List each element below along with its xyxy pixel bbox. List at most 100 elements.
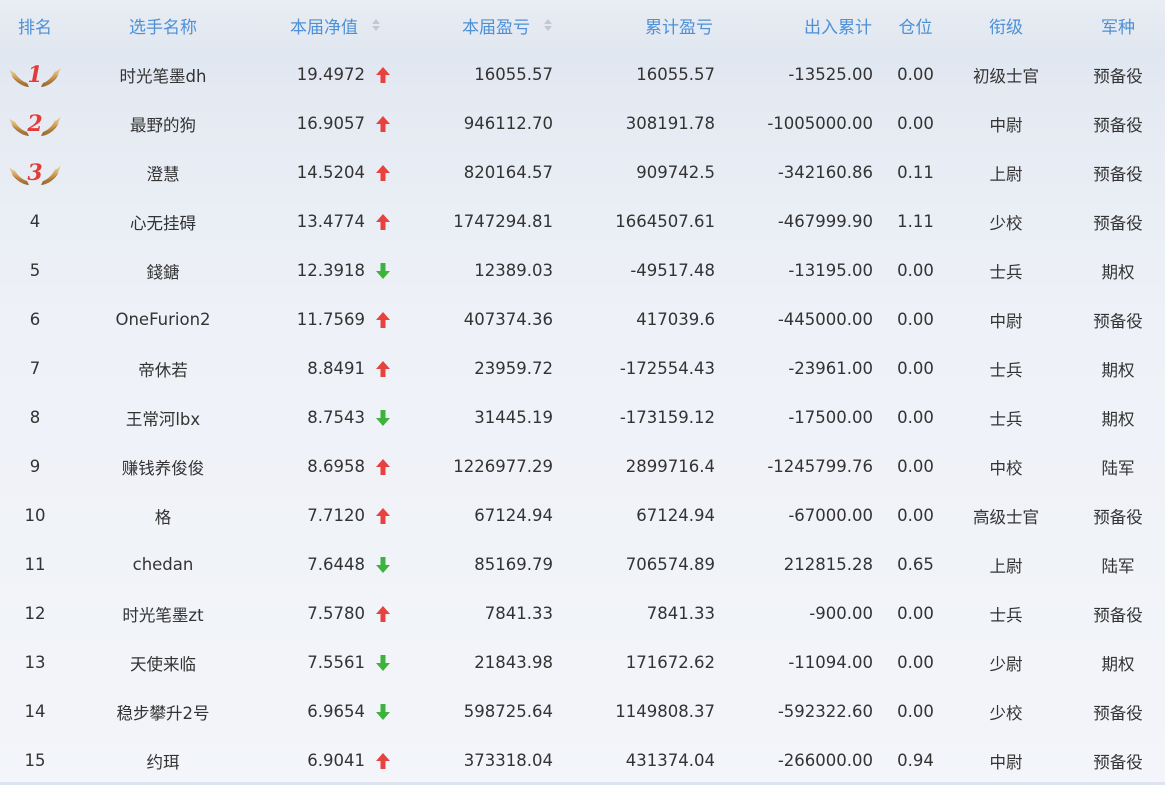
- table-row[interactable]: 9 赚钱养俊俊 8.6958 1226977.29 2899716.4 -1245799.…: [0, 442, 1165, 491]
- rank-cell: 6: [0, 295, 70, 344]
- table-row[interactable]: 8 王常河lbx 8.7543 31445.19 -173159.12 -17500.00…: [0, 393, 1165, 442]
- player-name[interactable]: 最野的狗: [130, 112, 196, 136]
- table-row[interactable]: 5 錢鎕 12.3918 12389.03 -49517.48 -13195.00 0.00…: [0, 246, 1165, 295]
- nav-cell: 11.7569: [210, 295, 394, 344]
- nav-value: 7.6448: [307, 555, 365, 574]
- header-io-total[interactable]: 出入累计: [720, 0, 872, 50]
- military-title: 少校: [989, 703, 1023, 723]
- player-name[interactable]: 时光笔墨zt: [122, 602, 203, 626]
- leaderboard-table: 排名 选手名称 本届净值 本届盈亏 累计盈亏 出入累计 仓位 衔级 军种 1 时光…: [0, 0, 1165, 782]
- position-cell: 0.00: [888, 491, 943, 540]
- table-row[interactable]: 12 时光笔墨zt 7.5780 7841.33 7841.33 -900.00 0.00 士…: [0, 589, 1165, 638]
- position-value: 0.00: [897, 702, 934, 721]
- position-cell: 0.00: [888, 246, 943, 295]
- position-value: 0.00: [897, 359, 934, 378]
- position-value: 0.11: [897, 163, 934, 182]
- position-value: 0.00: [897, 310, 934, 329]
- table-row[interactable]: 10 格 7.7120 67124.94 67124.94 -67000.00 0.00 高级…: [0, 491, 1165, 540]
- service-cell: 期权: [1068, 393, 1165, 442]
- header-cum-pl[interactable]: 累计盈亏: [560, 0, 713, 50]
- laurel-wings-icon: 1: [7, 59, 63, 91]
- military-title: 士兵: [989, 409, 1023, 429]
- service-cell: 期权: [1068, 246, 1165, 295]
- rank-number: 4: [29, 212, 41, 231]
- rank-number: 6: [29, 310, 41, 329]
- table-row[interactable]: 3 澄慧 14.5204 820164.57 909742.5 -342160.86 0.1…: [0, 148, 1165, 197]
- cum-pl-cell: 2899716.4: [560, 442, 715, 491]
- header-nav-sortable[interactable]: 本届净值: [210, 0, 380, 50]
- rank-number: 9: [29, 457, 41, 476]
- rank-cell: 15: [0, 736, 70, 785]
- military-title: 中尉: [989, 311, 1023, 331]
- cum-pl-value: 909742.5: [636, 163, 715, 182]
- player-name[interactable]: 赚钱养俊俊: [122, 455, 205, 479]
- io-total-cell: 212815.28: [720, 540, 873, 589]
- service-cell: 预备役: [1068, 99, 1165, 148]
- cum-pl-cell: 909742.5: [560, 148, 715, 197]
- rank-number: 10: [24, 506, 46, 525]
- service-branch: 期权: [1101, 409, 1135, 429]
- military-title: 少校: [989, 213, 1023, 233]
- header-service[interactable]: 军种: [1068, 0, 1165, 50]
- player-name[interactable]: 錢鎕: [147, 259, 180, 283]
- player-name[interactable]: chedan: [133, 555, 194, 574]
- service-branch: 预备役: [1093, 66, 1143, 86]
- header-rank[interactable]: 排名: [0, 0, 70, 50]
- rank-badge: 1: [27, 61, 43, 88]
- header-round-pl-sortable[interactable]: 本届盈亏: [382, 0, 552, 50]
- nav-cell: 19.4972: [210, 50, 394, 99]
- cum-pl-value: 1664507.61: [615, 212, 715, 231]
- table-row[interactable]: 13 天使来临 7.5561 21843.98 171672.62 -11094.00 0.…: [0, 638, 1165, 687]
- player-name[interactable]: 约珥: [147, 749, 180, 773]
- round-pl-cell: 31445.19: [390, 393, 553, 442]
- io-total-cell: -13195.00: [720, 246, 873, 295]
- table-row[interactable]: 2 最野的狗 16.9057 946112.70 308191.78 -1005000.0…: [0, 99, 1165, 148]
- round-pl-cell: 1747294.81: [390, 197, 553, 246]
- player-name[interactable]: 心无挂碍: [130, 210, 196, 234]
- position-cell: 0.00: [888, 638, 943, 687]
- player-name[interactable]: 澄慧: [147, 161, 180, 185]
- table-row[interactable]: 15 约珥 6.9041 373318.04 431374.04 -266000.00 0.…: [0, 736, 1165, 785]
- round-pl-cell: 12389.03: [390, 246, 553, 295]
- header-nav-label: 本届净值: [290, 17, 358, 38]
- round-pl-cell: 598725.64: [390, 687, 553, 736]
- player-name[interactable]: 帝休若: [138, 357, 188, 381]
- service-cell: 预备役: [1068, 589, 1165, 638]
- player-name[interactable]: 时光笔墨dh: [120, 63, 207, 87]
- rank-cell: 14: [0, 687, 70, 736]
- table-row[interactable]: 4 心无挂碍 13.4774 1747294.81 1664507.61 -467999.…: [0, 197, 1165, 246]
- nav-cell: 16.9057: [210, 99, 394, 148]
- table-row[interactable]: 7 帝休若 8.8491 23959.72 -172554.43 -23961.00 0.0…: [0, 344, 1165, 393]
- title-cell: 中尉: [950, 99, 1062, 148]
- table-row[interactable]: 14 稳步攀升2号 6.9654 598725.64 1149808.37 -592322…: [0, 687, 1165, 736]
- title-cell: 士兵: [950, 589, 1062, 638]
- cum-pl-value: 1149808.37: [615, 702, 715, 721]
- position-value: 0.00: [897, 65, 934, 84]
- player-name[interactable]: 王常河lbx: [126, 406, 200, 430]
- header-title[interactable]: 衔级: [950, 0, 1062, 50]
- header-title-label: 衔级: [989, 17, 1023, 38]
- rank-cell: 5: [0, 246, 70, 295]
- title-cell: 初级士官: [950, 50, 1062, 99]
- player-name[interactable]: OneFurion2: [115, 310, 210, 329]
- service-cell: 预备役: [1068, 197, 1165, 246]
- table-row[interactable]: 1 时光笔墨dh 19.4972 16055.57 16055.57 -13525.00 0…: [0, 50, 1165, 99]
- player-name[interactable]: 稳步攀升2号: [117, 700, 210, 724]
- nav-value: 6.9654: [307, 702, 365, 721]
- nav-value: 8.6958: [307, 457, 365, 476]
- service-branch: 期权: [1101, 654, 1135, 674]
- position-cell: 0.00: [888, 442, 943, 491]
- player-name[interactable]: 天使来临: [130, 651, 196, 675]
- player-name[interactable]: 格: [155, 504, 172, 528]
- header-position[interactable]: 仓位: [888, 0, 943, 50]
- sort-icon[interactable]: [372, 19, 380, 31]
- io-total-cell: -17500.00: [720, 393, 873, 442]
- service-cell: 预备役: [1068, 295, 1165, 344]
- sort-icon[interactable]: [544, 19, 552, 31]
- rank-badge: 2: [27, 110, 43, 137]
- io-total-cell: -592322.60: [720, 687, 873, 736]
- table-row[interactable]: 11 chedan 7.6448 85169.79 706574.89 212815.28…: [0, 540, 1165, 589]
- table-row[interactable]: 6 OneFurion2 11.7569 407374.36 417039.6 -4450…: [0, 295, 1165, 344]
- round-pl-cell: 820164.57: [390, 148, 553, 197]
- rank-cell: 3: [0, 148, 70, 197]
